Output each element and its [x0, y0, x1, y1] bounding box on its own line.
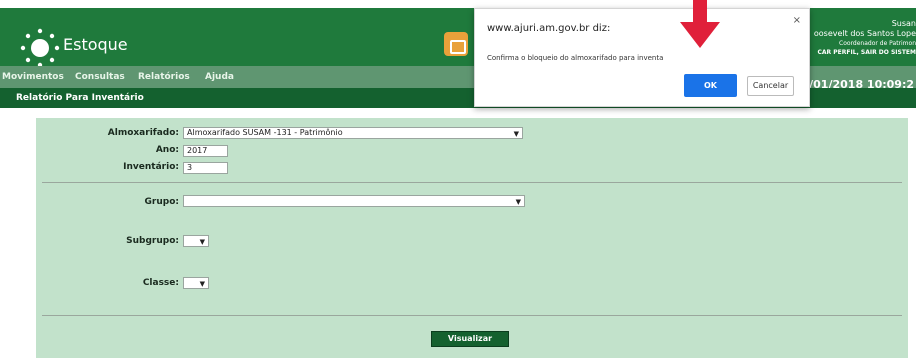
classe-select[interactable]: ▼	[183, 277, 209, 289]
dropdown-caret-icon: ▼	[515, 198, 521, 206]
menu-item-movimentos[interactable]: Movimentos	[2, 72, 64, 82]
form-divider	[42, 182, 902, 183]
user-info: Susan oosevelt dos Santos Lope Coordenad…	[814, 19, 916, 57]
dialog-message: Confirma o bloqueio do almoxarifado para…	[487, 54, 664, 62]
close-icon[interactable]: ×	[793, 15, 801, 26]
dialog-title: www.ajuri.am.gov.br diz:	[487, 23, 611, 34]
dropdown-caret-icon: ▼	[199, 238, 205, 246]
menu-item-ajuda[interactable]: Ajuda	[205, 72, 234, 82]
classe-label: Classe:	[142, 278, 179, 288]
ano-label: Ano:	[155, 145, 179, 155]
ok-button[interactable]: OK	[684, 74, 737, 97]
user-name: Susan	[891, 19, 916, 28]
user-links[interactable]: CAR PERFIL, SAIR DO SISTEM	[814, 48, 916, 57]
inventario-field[interactable]: 3	[183, 162, 228, 174]
subgrupo-select[interactable]: ▼	[183, 235, 209, 247]
lockbox-icon[interactable]	[444, 32, 468, 56]
ano-field[interactable]: 2017	[183, 145, 228, 157]
dropdown-caret-icon: ▼	[513, 130, 519, 138]
report-form: Almoxarifado: Almoxarifado SUSAM -131 - …	[36, 118, 908, 358]
dropdown-caret-icon: ▼	[199, 280, 205, 288]
top-strip	[0, 0, 916, 8]
confirm-dialog: www.ajuri.am.gov.br diz: × Confirma o bl…	[474, 8, 810, 107]
menu-item-relatorios[interactable]: Relatórios	[138, 72, 190, 82]
visualizar-button[interactable]: Visualizar	[431, 331, 509, 347]
app-title: Estoque	[63, 35, 128, 54]
logo-icon	[20, 28, 60, 68]
almoxarifado-label: Almoxarifado:	[107, 128, 179, 138]
form-divider	[42, 315, 902, 316]
cancel-button[interactable]: Cancelar	[747, 76, 794, 96]
red-arrow-annotation-head	[680, 22, 720, 48]
almoxarifado-value: Almoxarifado SUSAM -131 - Patrimônio	[187, 128, 343, 137]
page-title: Relatório Para Inventário	[16, 93, 144, 103]
grupo-select[interactable]: ▼	[183, 195, 525, 207]
user-role: Coordenador de Patrimon	[839, 40, 916, 47]
user-surname: oosevelt dos Santos Lope	[813, 29, 916, 38]
almoxarifado-select[interactable]: Almoxarifado SUSAM -131 - Patrimônio ▼	[183, 127, 523, 139]
subgrupo-label: Subgrupo:	[126, 236, 179, 246]
inventario-label: Inventário:	[123, 162, 179, 172]
menu-item-consultas[interactable]: Consultas	[75, 72, 125, 82]
red-arrow-annotation	[693, 0, 707, 22]
grupo-label: Grupo:	[144, 197, 179, 207]
